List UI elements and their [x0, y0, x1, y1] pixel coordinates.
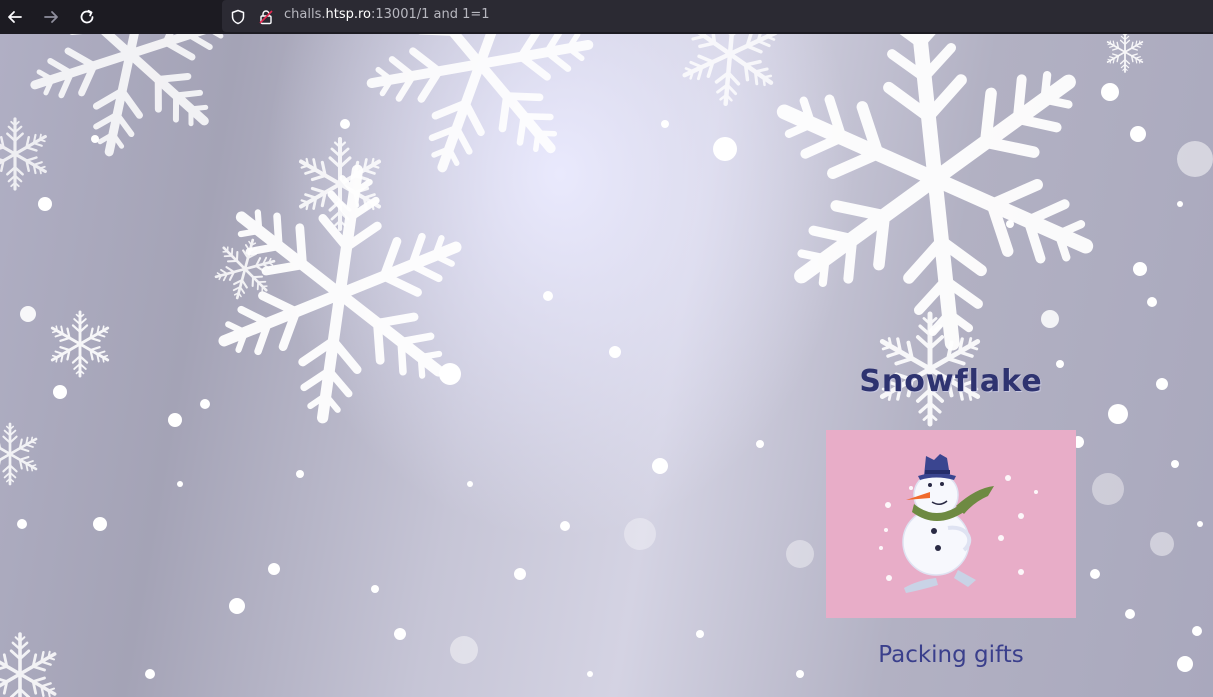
lock-icon — [259, 10, 273, 25]
browser-toolbar: challs.htsp.ro:13001/1 and 1=1 — [0, 0, 1213, 34]
snowflake-shape — [1105, 34, 1144, 72]
reload-icon — [80, 9, 94, 24]
snowflake-shape — [0, 424, 39, 484]
snowflake-shape — [341, 34, 618, 204]
snowflake-shape — [14, 34, 247, 172]
snowflake-shape — [758, 34, 1113, 360]
site-security-button[interactable] — [254, 5, 278, 29]
page-title: Snowflake — [859, 364, 1043, 399]
back-button[interactable] — [3, 5, 27, 29]
url-prefix: challs. — [284, 7, 326, 22]
snowflake-shape — [677, 34, 783, 108]
card-caption: Packing gifts — [878, 642, 1024, 668]
forward-button[interactable] — [39, 5, 63, 29]
page-content: Snowflake Packing gifts — [0, 34, 1213, 697]
tracking-protection-button[interactable] — [226, 5, 250, 29]
back-arrow-icon — [8, 11, 22, 23]
snowflake-shape — [0, 119, 49, 189]
snowflake-shape — [49, 312, 111, 376]
url-host: htsp.ro — [325, 7, 371, 22]
url-suffix: :13001/1 and 1=1 — [371, 7, 490, 22]
reload-button[interactable] — [75, 5, 99, 29]
url-text[interactable]: challs.htsp.ro:13001/1 and 1=1 — [284, 7, 490, 22]
snowflake-shape — [0, 634, 59, 697]
forward-arrow-icon — [44, 11, 58, 23]
snowman-image[interactable] — [826, 430, 1076, 618]
shield-icon — [231, 9, 245, 25]
snowman-illustration — [879, 454, 1038, 593]
